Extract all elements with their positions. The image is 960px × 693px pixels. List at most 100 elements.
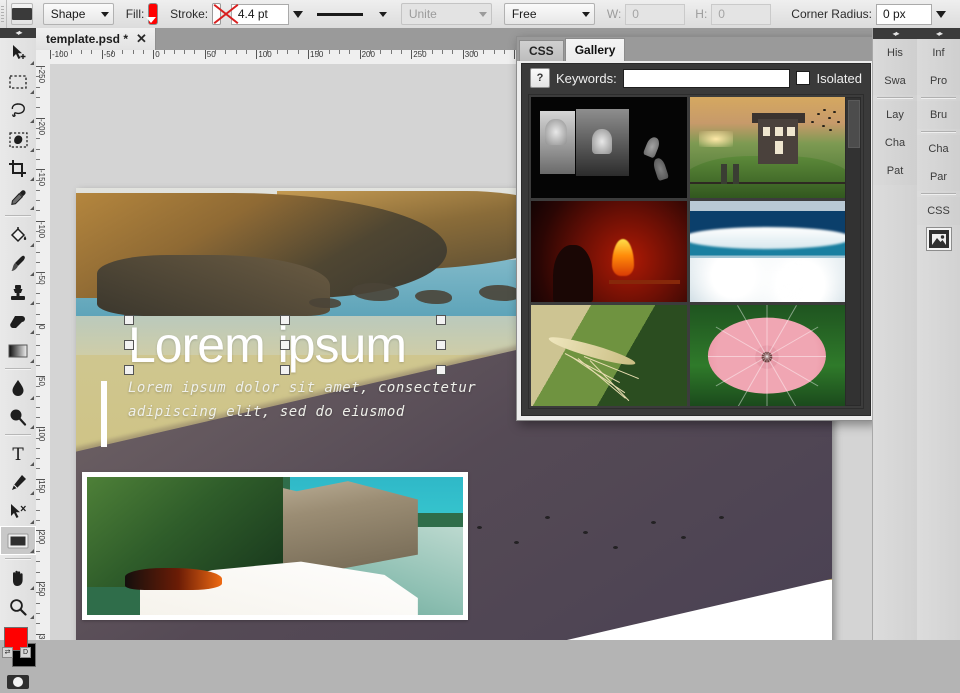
close-icon[interactable]: ✕ — [136, 31, 147, 47]
selection-handle[interactable] — [436, 315, 446, 325]
panel-tab-gallery[interactable] — [917, 225, 960, 253]
tab-css[interactable]: CSS — [519, 40, 564, 61]
default-colors-icon[interactable]: D — [20, 647, 31, 658]
ruler-tick — [71, 50, 72, 54]
stroke-style-picker[interactable] — [317, 12, 387, 17]
panel-tab-channels[interactable]: Cha — [873, 129, 917, 157]
thumb-wave[interactable] — [690, 201, 846, 302]
dock-expand-icon-left[interactable]: ◂▸ — [917, 28, 960, 39]
selection-handle[interactable] — [124, 340, 134, 350]
panel-tab-info[interactable]: Inf — [917, 39, 960, 67]
document-tab-template-psd[interactable]: template.psd * ✕ — [36, 28, 156, 50]
ruler-label: 150 — [37, 480, 46, 493]
clone-stamp-tool[interactable] — [0, 278, 36, 307]
vertical-ruler[interactable]: -250-200-150-100-50050100150200250300350… — [36, 64, 51, 640]
photo-editor-window: Shape Fill: Stroke: 4.4 pt Unite Free W:… — [0, 0, 960, 640]
thumb-fire[interactable] — [531, 201, 687, 302]
panel-tab-properties[interactable]: Pro — [917, 67, 960, 95]
subtitle-text[interactable]: Lorem ipsum dolor sit amet, consectetur … — [128, 376, 508, 424]
width-value[interactable]: 0 — [632, 7, 639, 21]
thumb-flower[interactable] — [690, 305, 846, 406]
paint-bucket-tool[interactable] — [0, 220, 36, 249]
chevron-down-icon — [479, 12, 487, 17]
height-value[interactable]: 0 — [718, 7, 725, 21]
panel-tab-css[interactable]: CSS — [917, 197, 960, 225]
tool-corner-icon — [30, 549, 34, 553]
thumb-wheat[interactable] — [531, 305, 687, 406]
swap-colors-icon[interactable]: ⇄ — [2, 647, 13, 658]
dodge-tool[interactable] — [0, 402, 36, 431]
crop-tool[interactable] — [0, 154, 36, 183]
selection-handle[interactable] — [280, 365, 290, 375]
ruler-tick — [442, 50, 443, 54]
selection-handle[interactable] — [124, 315, 134, 325]
island-photo[interactable] — [82, 472, 468, 620]
gallery-scrollbar-thumb[interactable] — [848, 100, 860, 148]
corner-radius-value: 0 px — [883, 7, 906, 21]
ruler-label: 200 — [37, 531, 46, 544]
panel-tab-swatches[interactable]: Swa — [873, 67, 917, 95]
isolated-checkbox[interactable] — [796, 71, 810, 85]
eyedropper-tool[interactable] — [0, 183, 36, 212]
panel-dock-column-right-wrap: ◂▸ His Swa Lay Cha Pat — [872, 28, 916, 640]
ruler-tick — [401, 50, 402, 54]
fill-label: Fill: — [126, 7, 145, 21]
tool-corner-icon — [30, 90, 34, 94]
ruler-tick — [329, 50, 330, 54]
pen-tool[interactable] — [0, 468, 36, 497]
panel-tab-paths[interactable]: Pat — [873, 157, 917, 185]
panel-tab-character[interactable]: Cha — [917, 135, 960, 163]
thumb-house[interactable] — [690, 97, 846, 198]
gallery-scrollbar[interactable] — [845, 97, 861, 406]
shape-mode-select[interactable]: Shape — [43, 3, 114, 25]
selection-handle[interactable] — [280, 315, 290, 325]
zoom-tool[interactable] — [0, 592, 36, 621]
hand-tool[interactable] — [0, 563, 36, 592]
move-tool[interactable] — [0, 38, 36, 67]
panel-tab-history[interactable]: His — [873, 39, 917, 67]
corner-radius-dropdown-icon[interactable] — [936, 11, 946, 18]
dock-expand-icon-right[interactable]: ◂▸ — [873, 28, 917, 39]
eraser-tool[interactable] — [0, 307, 36, 336]
type-tool[interactable]: T — [0, 439, 36, 468]
keywords-input[interactable] — [623, 69, 791, 88]
gallery-panel[interactable]: CSS Gallery ? Keywords: Isolated — [516, 36, 876, 421]
quick-mask-toggle[interactable] — [0, 671, 36, 693]
tool-corner-icon — [30, 359, 34, 363]
rectangle-shape-tool[interactable] — [0, 526, 36, 555]
constrain-select[interactable]: Free — [504, 3, 595, 25]
fill-color-swatch[interactable] — [148, 3, 158, 25]
headline-text[interactable]: Lorem ipsum — [128, 316, 406, 374]
ruler-tick — [298, 50, 299, 54]
tab-gallery[interactable]: Gallery — [565, 38, 626, 61]
options-bar-grip[interactable] — [0, 0, 7, 28]
blur-tool[interactable] — [0, 373, 36, 402]
path-selection-tool[interactable] — [0, 497, 36, 526]
panel-tab-layers[interactable]: Lay — [873, 101, 917, 129]
thumb-hands[interactable] — [531, 97, 687, 198]
selection-handle[interactable] — [280, 340, 290, 350]
rectangular-marquee-tool[interactable] — [0, 67, 36, 96]
tool-corner-icon — [30, 61, 34, 65]
path-operation-select[interactable]: Unite — [401, 3, 492, 25]
panel-tab-brushes[interactable]: Bru — [917, 101, 960, 129]
selection-handle[interactable] — [124, 365, 134, 375]
shape-tool-preview[interactable] — [11, 3, 33, 25]
stroke-width-dropdown-icon[interactable] — [293, 11, 303, 18]
tool-corner-icon — [30, 177, 34, 181]
brush-tool[interactable] — [0, 249, 36, 278]
magic-wand-tool[interactable] — [0, 125, 36, 154]
help-icon[interactable]: ? — [530, 68, 550, 88]
gradient-tool[interactable] — [0, 336, 36, 365]
toolbox-grip[interactable]: ◂▸ — [0, 28, 36, 38]
ruler-label: 100 — [37, 428, 46, 441]
ruler-tick — [36, 499, 40, 500]
selection-handle[interactable] — [436, 340, 446, 350]
corner-radius-field[interactable]: 0 px — [876, 4, 932, 25]
stroke-width-field[interactable]: 4.4 pt — [231, 4, 289, 25]
selection-handle[interactable] — [436, 365, 446, 375]
lasso-tool[interactable] — [0, 96, 36, 125]
stroke-color-swatch[interactable] — [212, 3, 221, 25]
panel-dock-column-left: ◂▸ Inf Pro Bru Cha Par CSS — [916, 28, 960, 640]
panel-tab-paragraph[interactable]: Par — [917, 163, 960, 191]
